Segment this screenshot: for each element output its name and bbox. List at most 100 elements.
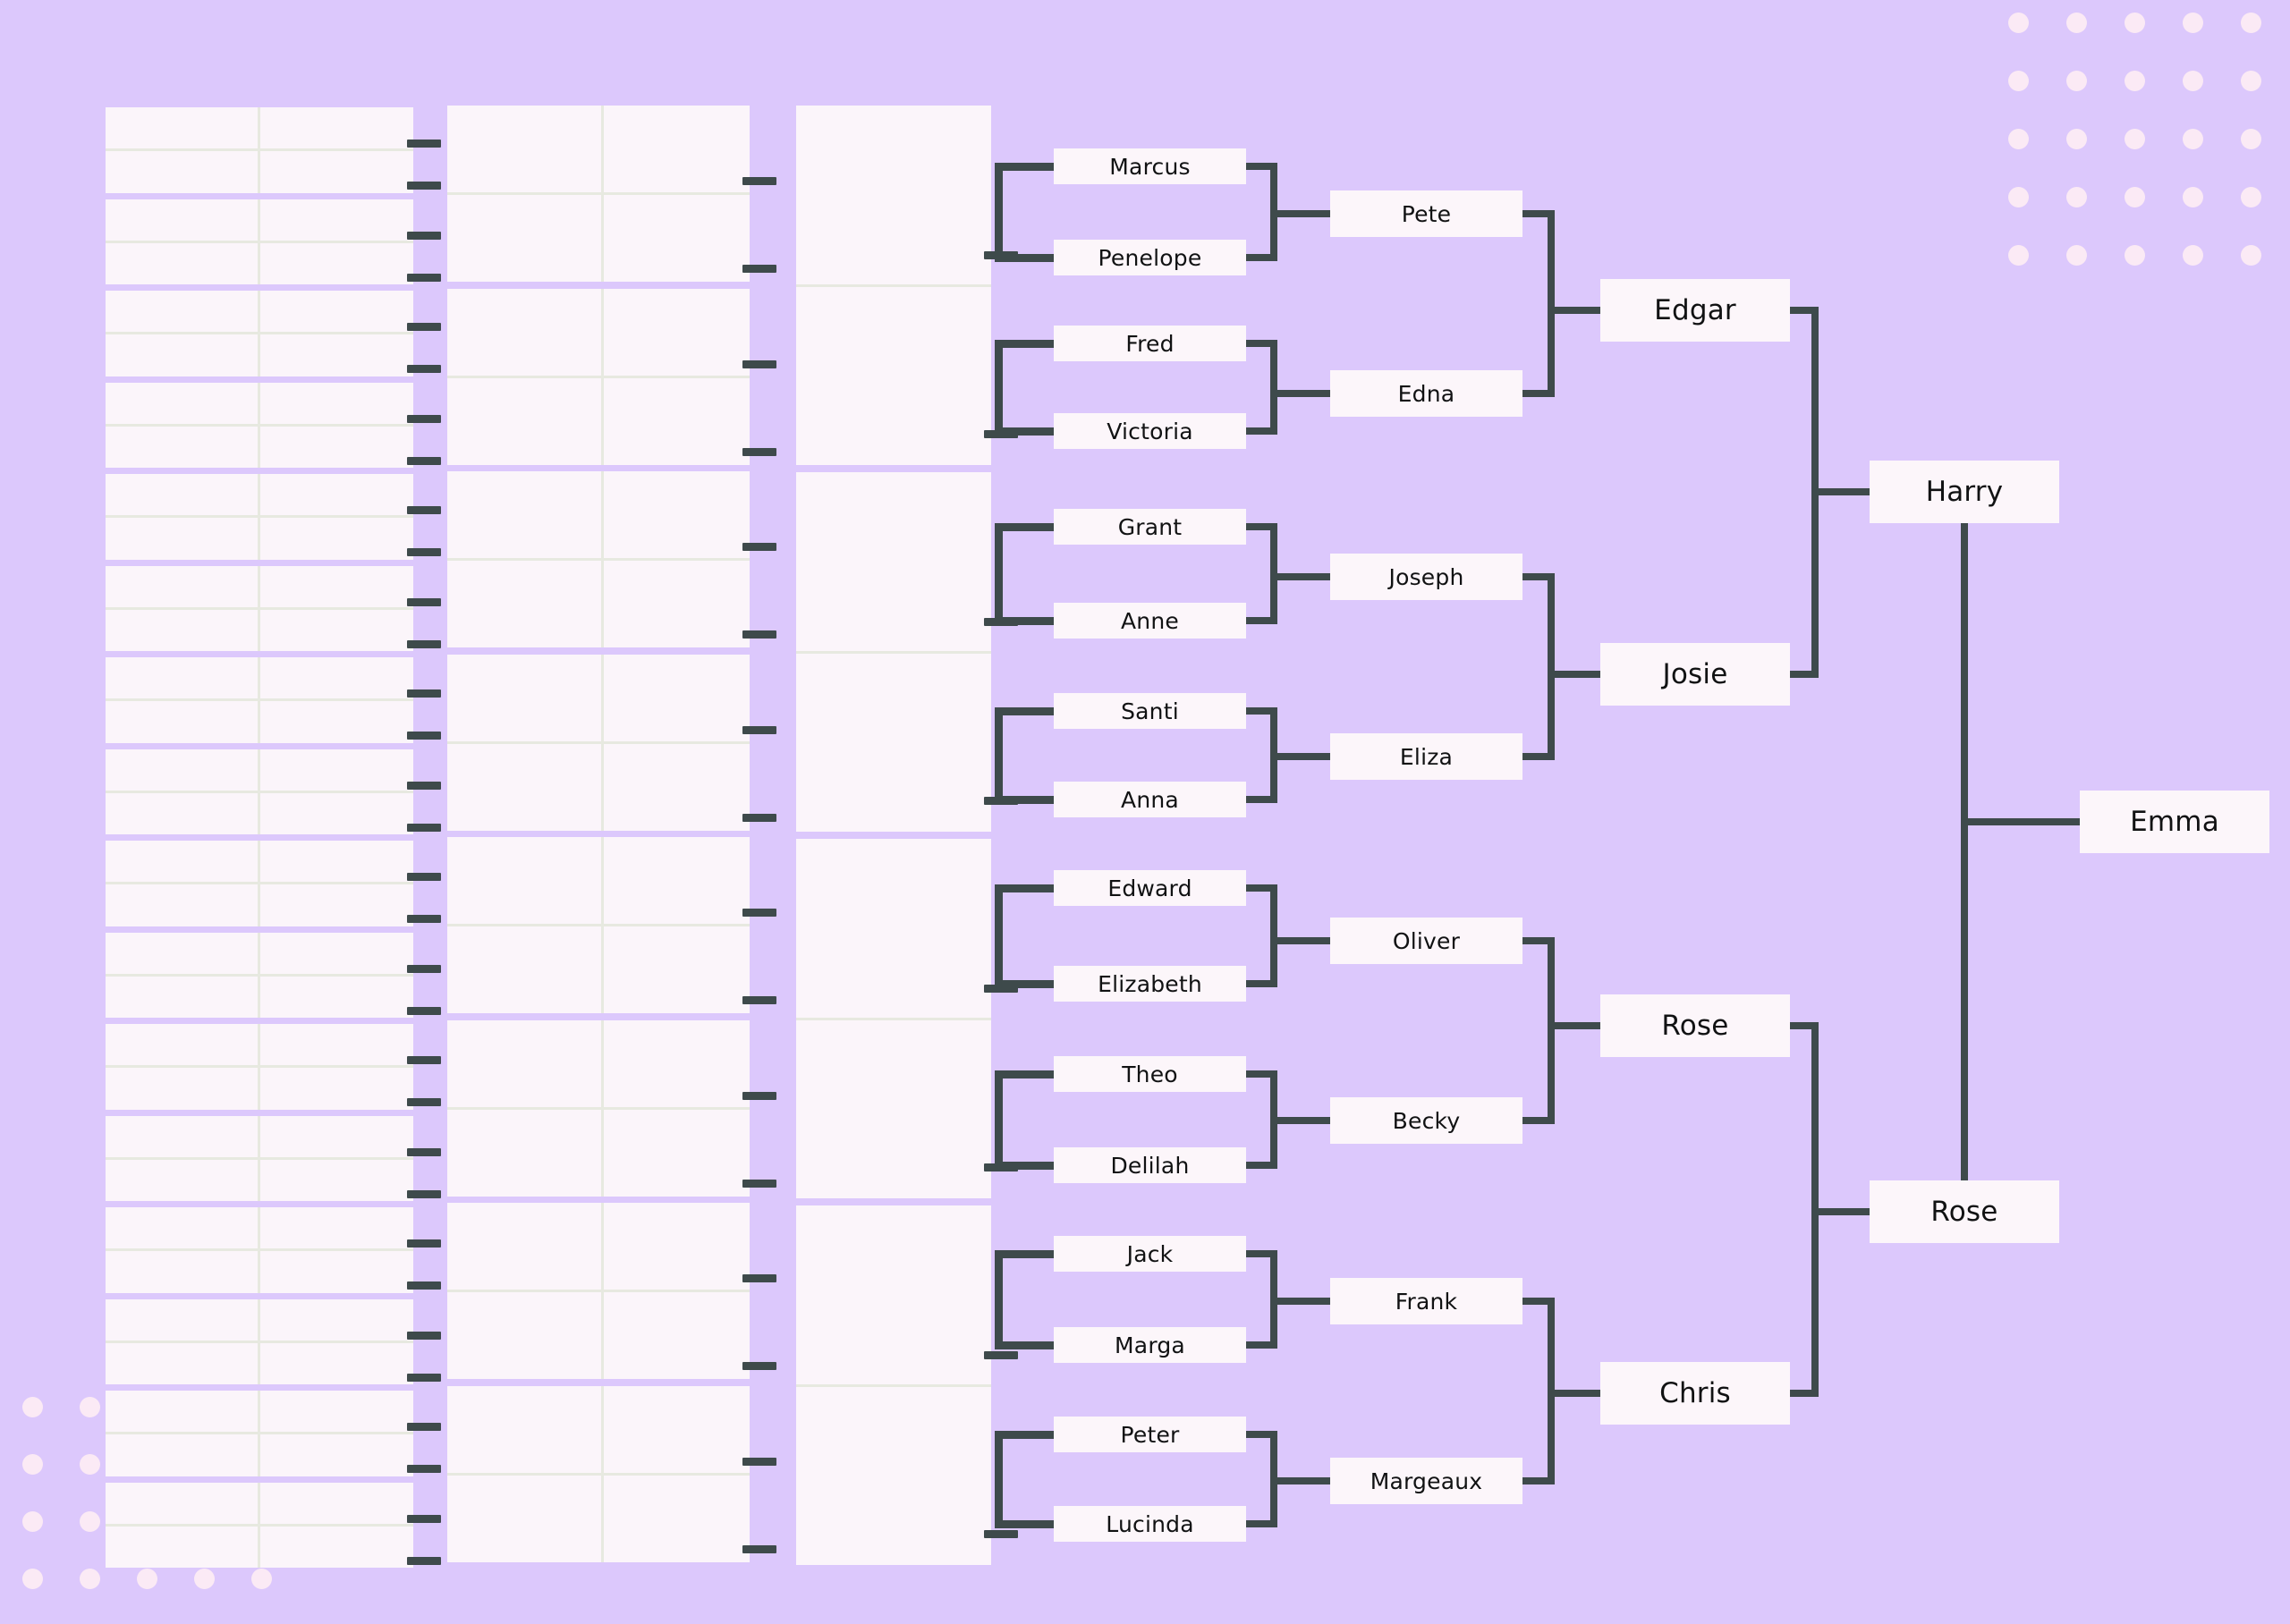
- decorative-dot: [2008, 71, 2029, 91]
- seed-dash-col1: [407, 182, 441, 190]
- slot-vertical-divider: [258, 841, 260, 926]
- decorative-dot: [2183, 71, 2203, 91]
- bracket-box-semifinal[interactable]: Chris: [1600, 1362, 1790, 1425]
- decorative-dot: [2008, 187, 2029, 207]
- bracket-box-round-of-16[interactable]: Theo: [1054, 1056, 1246, 1092]
- bracket-box-round-of-16[interactable]: Grant: [1054, 509, 1246, 545]
- seed-dash-col2: [742, 996, 776, 1004]
- seed-dash-col1: [407, 140, 441, 148]
- bracket-box-quarterfinal[interactable]: Joseph: [1330, 554, 1522, 600]
- slot-divider: [447, 375, 750, 378]
- bracket-box-round-of-16[interactable]: Marga: [1054, 1327, 1246, 1363]
- round2-feed: [1270, 1117, 1330, 1124]
- blank-bracket-slot: [106, 107, 413, 193]
- round1-to-round2-spine: [1270, 340, 1277, 435]
- bracket-box-quarterfinal[interactable]: Edna: [1330, 370, 1522, 417]
- bracket-box-round-of-16[interactable]: Anne: [1054, 603, 1246, 639]
- bracket-box-round-of-16[interactable]: Marcus: [1054, 148, 1246, 184]
- decorative-dot: [2241, 71, 2261, 91]
- blank-bracket-slot: [106, 1115, 413, 1201]
- bracket-box-round-of-16[interactable]: Fred: [1054, 326, 1246, 361]
- bracket-box-semifinal[interactable]: Edgar: [1600, 279, 1790, 342]
- decorative-dot: [22, 1511, 43, 1532]
- bracket-box-semifinal[interactable]: Rose: [1600, 994, 1790, 1057]
- round3-feed: [1548, 307, 1600, 314]
- bracket-box-round-of-16[interactable]: Lucinda: [1054, 1506, 1246, 1542]
- bracket-box-round-of-16[interactable]: Edward: [1054, 870, 1246, 906]
- pre-round-elbow-arm: [995, 980, 1054, 988]
- slot-vertical-divider: [258, 1482, 260, 1568]
- slot-divider: [447, 1106, 750, 1110]
- seed-dash-col2: [742, 543, 776, 551]
- decorative-dot: [2066, 71, 2087, 91]
- slot-divider: [447, 1290, 750, 1292]
- slot-divider: [796, 650, 991, 654]
- bracket-box-quarterfinal[interactable]: Eliza: [1330, 733, 1522, 780]
- slot-vertical-divider: [258, 1115, 260, 1201]
- blank-bracket-slot: [447, 1203, 750, 1379]
- bracket-box-quarterfinal[interactable]: Margeaux: [1330, 1458, 1522, 1504]
- round1-to-round2-spine: [1270, 884, 1277, 987]
- decorative-dot: [2125, 245, 2145, 266]
- decorative-dot: [2241, 129, 2261, 149]
- slot-vertical-divider: [258, 474, 260, 560]
- seed-dash-col2: [742, 1091, 776, 1100]
- decorative-dot: [137, 1569, 157, 1589]
- bracket-box-round-of-16[interactable]: Jack: [1054, 1236, 1246, 1272]
- slot-divider: [447, 558, 750, 561]
- decorative-dot: [2125, 13, 2145, 33]
- blank-bracket-slot: [106, 749, 413, 834]
- seed-dash-col1: [407, 1189, 441, 1198]
- slot-vertical-divider: [258, 565, 260, 651]
- competitor-name: Theo: [1122, 1061, 1178, 1087]
- bracket-box-quarterfinal[interactable]: Frank: [1330, 1278, 1522, 1324]
- blank-bracket-slot: [447, 654, 750, 831]
- decorative-dot: [80, 1454, 100, 1475]
- decorative-dot: [2125, 129, 2145, 149]
- bracket-box-quarterfinal[interactable]: Oliver: [1330, 918, 1522, 964]
- seed-dash-col1: [407, 1465, 441, 1473]
- slot-divider: [447, 740, 750, 744]
- slot-vertical-divider: [601, 288, 604, 465]
- bracket-box-final[interactable]: Rose: [1870, 1180, 2059, 1243]
- bracket-box-round-of-16[interactable]: Elizabeth: [1054, 966, 1246, 1002]
- bracket-box-round-of-16[interactable]: Penelope: [1054, 240, 1246, 275]
- competitor-name: Margeaux: [1370, 1468, 1483, 1494]
- bracket-box-quarterfinal[interactable]: Pete: [1330, 190, 1522, 237]
- bracket-box-final[interactable]: Harry: [1870, 461, 2059, 523]
- competitor-name: Josie: [1662, 658, 1728, 690]
- seed-dash-col2: [742, 1544, 776, 1553]
- seed-dash-col1: [407, 823, 441, 832]
- bracket-box-quarterfinal[interactable]: Becky: [1330, 1097, 1522, 1144]
- pre-round-elbow-arm: [995, 796, 1054, 804]
- pre-round-elbow-arm: [995, 707, 1054, 715]
- blank-bracket-slot: [106, 382, 413, 468]
- bracket-box-semifinal[interactable]: Josie: [1600, 643, 1790, 706]
- blank-bracket-slot: [106, 1024, 413, 1110]
- pre-round-elbow-spine: [995, 340, 1003, 436]
- seed-dash-col1: [407, 873, 441, 881]
- round4-feed: [1811, 488, 1870, 495]
- seed-dash-col3: [984, 1530, 1018, 1538]
- competitor-name: Jack: [1126, 1240, 1174, 1267]
- pre-round-elbow-arm: [995, 617, 1054, 625]
- slot-divider: [447, 1472, 750, 1476]
- competitor-name: Victoria: [1107, 418, 1193, 444]
- bracket-box-round-of-16[interactable]: Peter: [1054, 1417, 1246, 1452]
- bracket-box-round-of-16[interactable]: Victoria: [1054, 413, 1246, 449]
- bracket-box-champion[interactable]: Emma: [2080, 791, 2269, 853]
- bracket-box-round-of-16[interactable]: Delilah: [1054, 1147, 1246, 1183]
- decorative-dot: [2066, 187, 2087, 207]
- pre-round-elbow-spine: [995, 1070, 1003, 1170]
- blank-bracket-slot: [106, 291, 413, 376]
- blank-bracket-slot: [796, 472, 991, 832]
- seed-dash-col2: [742, 265, 776, 273]
- round2-feed: [1270, 1477, 1330, 1484]
- bracket-box-round-of-16[interactable]: Santi: [1054, 693, 1246, 729]
- decorative-dot: [80, 1511, 100, 1532]
- blank-bracket-slot: [447, 837, 750, 1013]
- bracket-box-round-of-16[interactable]: Anna: [1054, 782, 1246, 817]
- decorative-dot-grid-top-right: [2008, 13, 2290, 303]
- seed-dash-col2: [742, 1362, 776, 1370]
- seed-dash-col2: [742, 813, 776, 822]
